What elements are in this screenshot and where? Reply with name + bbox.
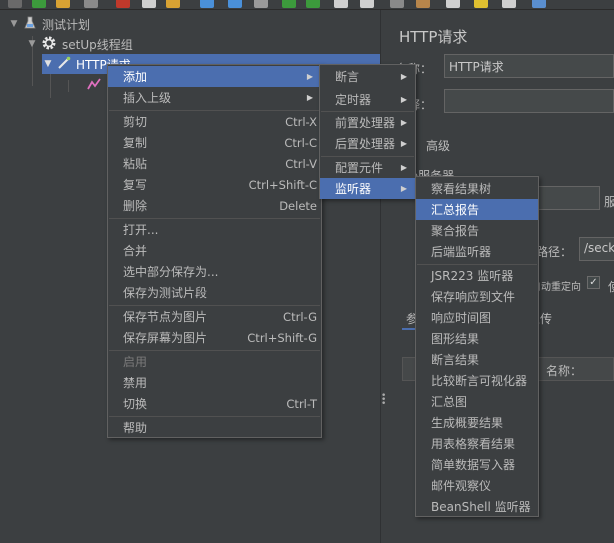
cut-icon[interactable] xyxy=(116,0,130,8)
menu-item-assertions[interactable]: 断言 ▶ xyxy=(320,66,415,87)
menu-item-summary-report[interactable]: 汇总报告 xyxy=(416,199,538,220)
clear-icon[interactable] xyxy=(390,0,404,8)
tree-guide-line xyxy=(68,80,69,92)
listeners-submenu: 察看结果树 汇总报告 聚合报告 后端监听器 JSR223 监听器 保存响应到文件… xyxy=(415,176,539,517)
toolbar xyxy=(0,0,614,10)
toolbar-button-icon[interactable] xyxy=(84,0,98,8)
menu-item-comparison-visualizer[interactable]: 比较断言可视化器 xyxy=(416,370,538,391)
tree-node-label: setUp线程组 xyxy=(62,37,133,52)
path-label: 路径： xyxy=(536,245,573,259)
menu-item-disable[interactable]: 禁用 xyxy=(108,372,321,393)
collapse-toggle-icon[interactable]: ▼ xyxy=(26,39,38,49)
menu-item-backend-listener[interactable]: 后端监听器 xyxy=(416,241,538,262)
splitter-grip-icon[interactable]: • • • xyxy=(381,392,386,409)
gear-icon xyxy=(41,35,57,54)
menu-item-merge[interactable]: 合并 xyxy=(108,240,321,261)
menu-item-aggregate-report[interactable]: 聚合报告 xyxy=(416,220,538,241)
menu-item-duplicate[interactable]: 复写 Ctrl+Shift-C xyxy=(108,174,321,195)
menu-item-listeners[interactable]: 监听器 ▶ xyxy=(320,178,415,199)
menu-item-save-responses[interactable]: 保存响应到文件 xyxy=(416,286,538,307)
pipette-icon xyxy=(57,56,71,73)
menu-item-response-time-graph[interactable]: 响应时间图 xyxy=(416,307,538,328)
stop-icon[interactable] xyxy=(334,0,348,8)
add-submenu: 断言 ▶ 定时器 ▶ 前置处理器 ▶ 后置处理器 ▶ 配置元件 ▶ 监听器 ▶ xyxy=(319,64,416,199)
listener-icon xyxy=(87,77,101,93)
menu-item-delete[interactable]: 删除 Delete xyxy=(108,195,321,216)
toolbar-button-icon[interactable] xyxy=(228,0,242,8)
context-menu: 添加 ▶ 插入上级 ▶ 剪切 Ctrl-X 复制 Ctrl-C 粘贴 Ctrl-V 复写 C… xyxy=(107,64,322,438)
menu-item-beanshell-listener[interactable]: BeanShell 监听器 xyxy=(416,496,538,517)
menu-item-graph-results[interactable]: 图形结果 xyxy=(416,328,538,349)
menu-item-save-selection-as[interactable]: 选中部分保存为... xyxy=(108,261,321,282)
function-helper-icon[interactable] xyxy=(474,0,488,8)
server-port-label: 服 xyxy=(604,195,614,209)
menu-item-paste[interactable]: 粘贴 Ctrl-V xyxy=(108,153,321,174)
submenu-arrow-icon: ▶ xyxy=(400,139,407,148)
menu-item-add[interactable]: 添加 ▶ xyxy=(108,66,321,87)
paste-icon[interactable] xyxy=(166,0,180,8)
search-icon[interactable] xyxy=(446,0,460,8)
name-field[interactable]: HTTP请求 xyxy=(444,54,614,78)
menu-item-mailer-visualizer[interactable]: 邮件观察仪 xyxy=(416,475,538,496)
comment-field[interactable] xyxy=(444,89,614,113)
menu-item-timers[interactable]: 定时器 ▶ xyxy=(320,89,415,110)
expand-icon[interactable] xyxy=(200,0,214,8)
help-icon[interactable] xyxy=(532,0,546,8)
toggle-icon[interactable] xyxy=(254,0,268,8)
menu-item-view-results-tree[interactable]: 察看结果树 xyxy=(416,178,538,199)
menu-item-jsr223-listener[interactable]: JSR223 监听器 xyxy=(416,265,538,286)
menu-item-help[interactable]: 帮助 xyxy=(108,417,321,438)
tree-node-setup-thread-group[interactable]: ▼ setUp线程组 xyxy=(26,34,133,54)
keepalive-label: 使 xyxy=(608,278,614,295)
menu-item-save-as-fragment[interactable]: 保存为测试片段 xyxy=(108,282,321,303)
menu-item-save-node-image[interactable]: 保存节点为图片 Ctrl-G xyxy=(108,306,321,327)
submenu-arrow-icon: ▶ xyxy=(400,95,407,104)
submenu-arrow-icon: ▶ xyxy=(400,163,407,172)
menu-item-view-results-table[interactable]: 用表格察看结果 xyxy=(416,433,538,454)
tree-node-label: 测试计划 xyxy=(42,17,91,32)
submenu-arrow-icon: ▶ xyxy=(400,184,407,193)
tree-node-child[interactable] xyxy=(84,75,106,95)
menu-item-copy[interactable]: 复制 Ctrl-C xyxy=(108,132,321,153)
tree-node-test-plan[interactable]: ▼ 测试计划 xyxy=(8,14,90,34)
menu-item-enable: 启用 xyxy=(123,355,148,369)
submenu-arrow-icon: ▶ xyxy=(400,118,407,127)
toolbar-button-icon[interactable] xyxy=(32,0,46,8)
tab-advanced[interactable]: 高级 xyxy=(426,137,450,154)
menu-item-simple-data-writer[interactable]: 简单数据写入器 xyxy=(416,454,538,475)
toolbar-button-icon[interactable] xyxy=(8,0,22,8)
menu-item-assertion-results[interactable]: 断言结果 xyxy=(416,349,538,370)
clear-all-icon[interactable] xyxy=(416,0,430,8)
collapse-toggle-icon[interactable]: ▼ xyxy=(42,59,54,69)
copy-icon[interactable] xyxy=(142,0,156,8)
menu-item-toggle[interactable]: 切换 Ctrl-T xyxy=(108,393,321,414)
menu-item-pre-processors[interactable]: 前置处理器 ▶ xyxy=(320,112,415,133)
test-plan-icon xyxy=(23,16,37,33)
menu-item-generate-summary[interactable]: 生成概要结果 xyxy=(416,412,538,433)
start-no-pause-icon[interactable] xyxy=(306,0,320,8)
list-icon[interactable] xyxy=(502,0,516,8)
path-field[interactable]: /seck xyxy=(579,237,614,261)
menu-item-save-screen-image[interactable]: 保存屏幕为图片 Ctrl+Shift-G xyxy=(108,327,321,348)
follow-redirects-checkbox[interactable]: ✓ xyxy=(587,276,600,289)
menu-item-cut[interactable]: 剪切 Ctrl-X xyxy=(108,111,321,132)
collapse-toggle-icon[interactable]: ▼ xyxy=(8,19,20,29)
submenu-arrow-icon: ▶ xyxy=(306,72,313,81)
menu-item-aggregate-graph[interactable]: 汇总图 xyxy=(416,391,538,412)
shutdown-icon[interactable] xyxy=(360,0,374,8)
menu-item-open[interactable]: 打开... xyxy=(108,219,321,240)
menu-item-config-elements[interactable]: 配置元件 ▶ xyxy=(320,157,415,178)
submenu-arrow-icon: ▶ xyxy=(400,72,407,81)
menu-item-insert-parent[interactable]: 插入上级 ▶ xyxy=(108,87,321,108)
page-title: HTTP请求 xyxy=(399,28,468,46)
menu-item-post-processors[interactable]: 后置处理器 ▶ xyxy=(320,133,415,154)
start-icon[interactable] xyxy=(282,0,296,8)
toolbar-button-icon[interactable] xyxy=(56,0,70,8)
column-header-name: 名称： xyxy=(546,364,583,378)
submenu-arrow-icon: ▶ xyxy=(306,93,313,102)
